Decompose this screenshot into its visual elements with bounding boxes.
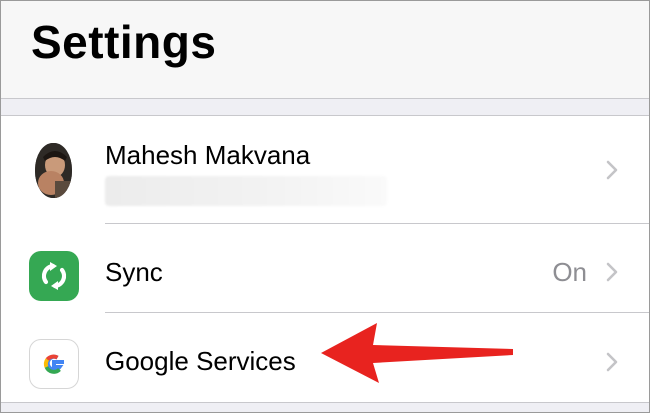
- sync-icon: [29, 251, 79, 301]
- red-arrow-icon: [321, 323, 513, 383]
- profile-email-redacted: [105, 176, 387, 206]
- sync-status-value: On: [552, 257, 587, 287]
- chevron-right-icon: [606, 262, 618, 282]
- profile-row[interactable]: Mahesh Makvana: [1, 116, 649, 224]
- chevron-right-icon: [606, 160, 618, 180]
- google-g-icon: [29, 339, 79, 389]
- profile-name: Mahesh Makvana: [105, 140, 311, 170]
- section-gap: [1, 99, 649, 115]
- avatar: [35, 143, 72, 198]
- sync-row[interactable]: Sync On: [1, 224, 649, 313]
- header: Settings: [1, 1, 649, 99]
- bottom-gap: [1, 402, 649, 412]
- sync-label: Sync: [105, 257, 163, 287]
- chevron-right-icon: [606, 352, 618, 372]
- settings-screen: Settings Mahesh Makvana Sync On Google S…: [0, 0, 650, 413]
- google-services-label: Google Services: [105, 346, 296, 376]
- page-title: Settings: [31, 16, 217, 68]
